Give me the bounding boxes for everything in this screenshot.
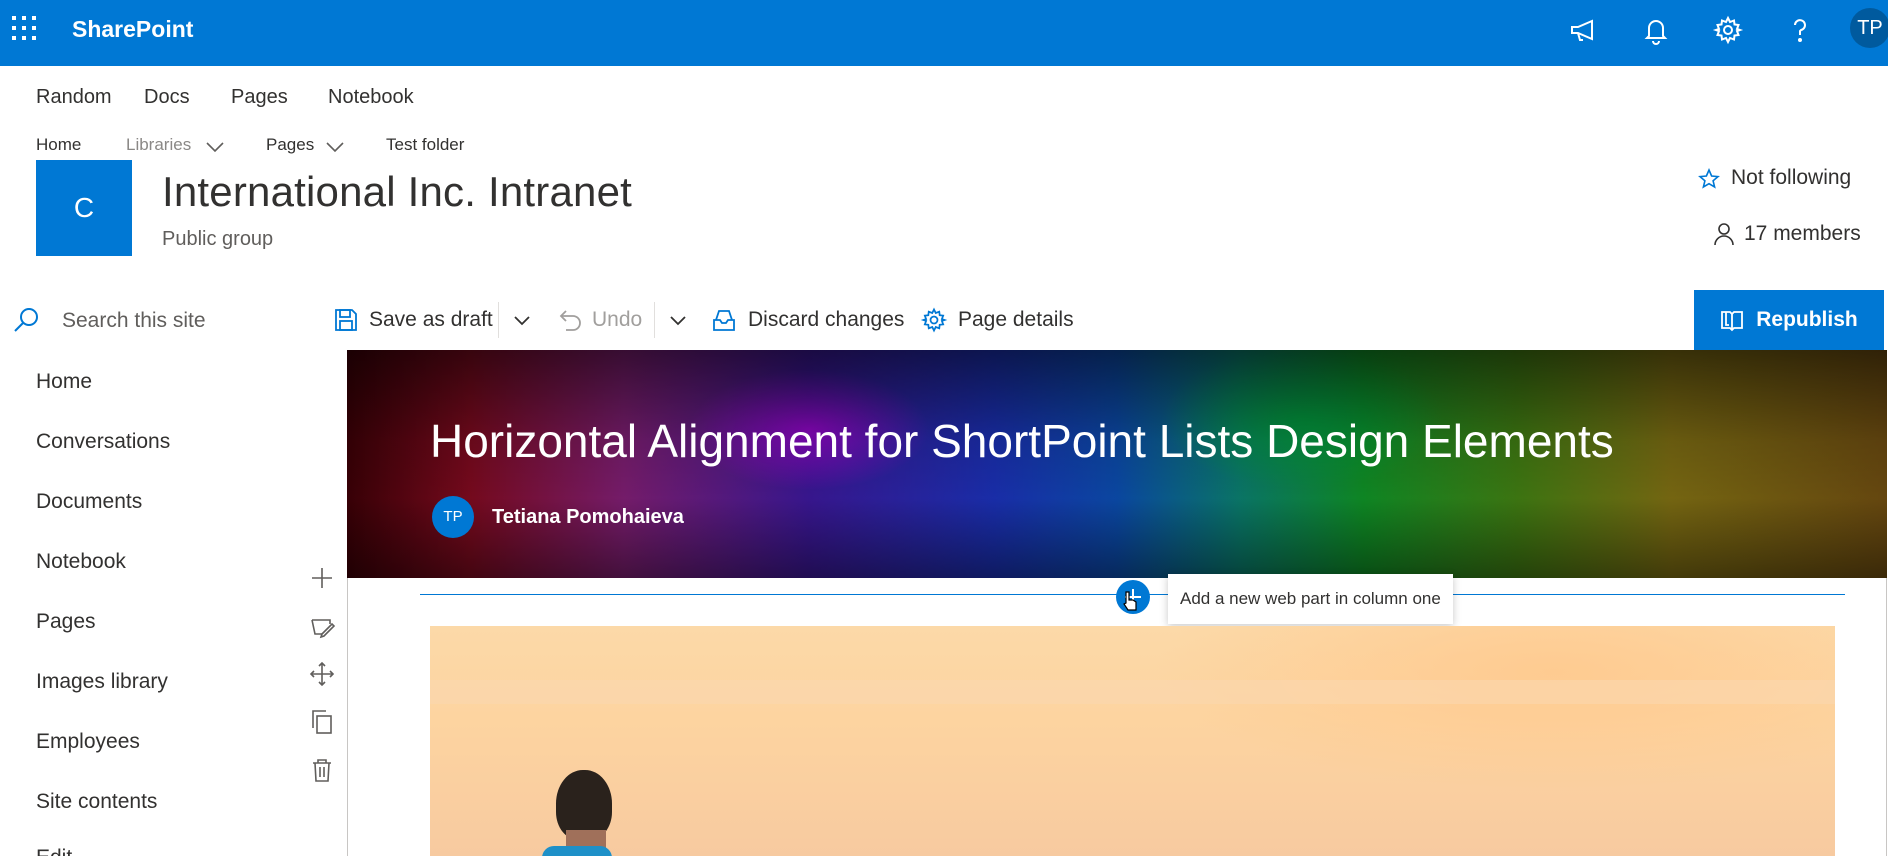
chevron-down-icon[interactable] (508, 306, 536, 334)
megaphone-icon[interactable] (1568, 14, 1600, 46)
user-avatar[interactable]: TP (1850, 8, 1888, 48)
delete-icon[interactable] (308, 756, 336, 784)
republish-button[interactable]: Republish (1694, 290, 1884, 350)
duplicate-icon[interactable] (308, 708, 336, 736)
left-nav-employees[interactable]: Employees (36, 730, 140, 754)
left-nav-images-library[interactable]: Images library (36, 670, 168, 694)
site-nav-test-folder[interactable]: Test folder (386, 135, 464, 155)
bell-icon[interactable] (1640, 14, 1672, 46)
page-title[interactable]: Horizontal Alignment for ShortPoint List… (430, 414, 1614, 468)
left-nav-pages[interactable]: Pages (36, 610, 96, 634)
hub-nav-pages[interactable]: Pages (231, 86, 288, 109)
search-input[interactable] (62, 304, 312, 338)
chevron-down-icon[interactable] (664, 306, 692, 334)
move-icon[interactable] (308, 660, 336, 688)
plus-icon[interactable] (308, 564, 336, 592)
person-shirt (542, 846, 612, 856)
star-icon[interactable] (1698, 168, 1720, 190)
help-icon[interactable] (1784, 14, 1816, 46)
members-count[interactable]: 17 members (1744, 222, 1861, 246)
divider (498, 302, 499, 338)
left-nav-documents[interactable]: Documents (36, 490, 142, 514)
chevron-down-icon[interactable] (325, 138, 345, 156)
left-nav-conversations[interactable]: Conversations (36, 430, 170, 454)
left-nav-edit[interactable]: Edit (36, 846, 72, 856)
divider (654, 302, 655, 338)
site-title[interactable]: International Inc. Intranet (162, 168, 632, 216)
save-draft-button[interactable]: Save as draft (369, 308, 493, 332)
follow-button[interactable]: Not following (1731, 166, 1851, 190)
hero-image-horizon (430, 680, 1835, 704)
discard-icon[interactable] (710, 306, 738, 334)
add-web-part-tooltip: Add a new web part in column one (1168, 574, 1453, 624)
hero-image[interactable] (430, 626, 1835, 856)
left-nav-site-contents[interactable]: Site contents (36, 790, 157, 814)
brand-name[interactable]: SharePoint (72, 16, 193, 43)
save-icon[interactable] (332, 306, 360, 334)
undo-icon (556, 306, 584, 334)
undo-button: Undo (592, 308, 643, 331)
suite-bar (0, 0, 1888, 66)
republish-label: Republish (1756, 308, 1858, 331)
hub-nav-random[interactable]: Random (36, 86, 112, 109)
chevron-down-icon[interactable] (205, 138, 225, 156)
book-icon (1720, 308, 1744, 332)
edit-section-icon[interactable] (308, 612, 336, 640)
person-icon (1713, 222, 1735, 246)
site-logo[interactable]: C (36, 160, 132, 256)
author-name[interactable]: Tetiana Pomohaieva (492, 506, 684, 529)
left-nav-notebook[interactable]: Notebook (36, 550, 126, 574)
gear-icon[interactable] (1712, 14, 1744, 46)
waffle-icon[interactable] (10, 14, 38, 42)
site-nav-pages[interactable]: Pages (266, 135, 314, 155)
site-nav-libraries[interactable]: Libraries (126, 135, 191, 155)
hub-nav-docs[interactable]: Docs (144, 86, 190, 109)
search-icon[interactable] (12, 306, 40, 334)
site-nav-home[interactable]: Home (36, 135, 81, 155)
page-details-button[interactable]: Page details (958, 308, 1074, 332)
left-nav-home[interactable]: Home (36, 370, 92, 394)
site-subtitle: Public group (162, 228, 274, 250)
hub-nav-notebook[interactable]: Notebook (328, 86, 414, 109)
cursor-icon (1120, 590, 1140, 614)
gear-icon[interactable] (920, 306, 948, 334)
discard-changes-button[interactable]: Discard changes (748, 308, 904, 332)
author-avatar[interactable]: TP (432, 496, 474, 538)
